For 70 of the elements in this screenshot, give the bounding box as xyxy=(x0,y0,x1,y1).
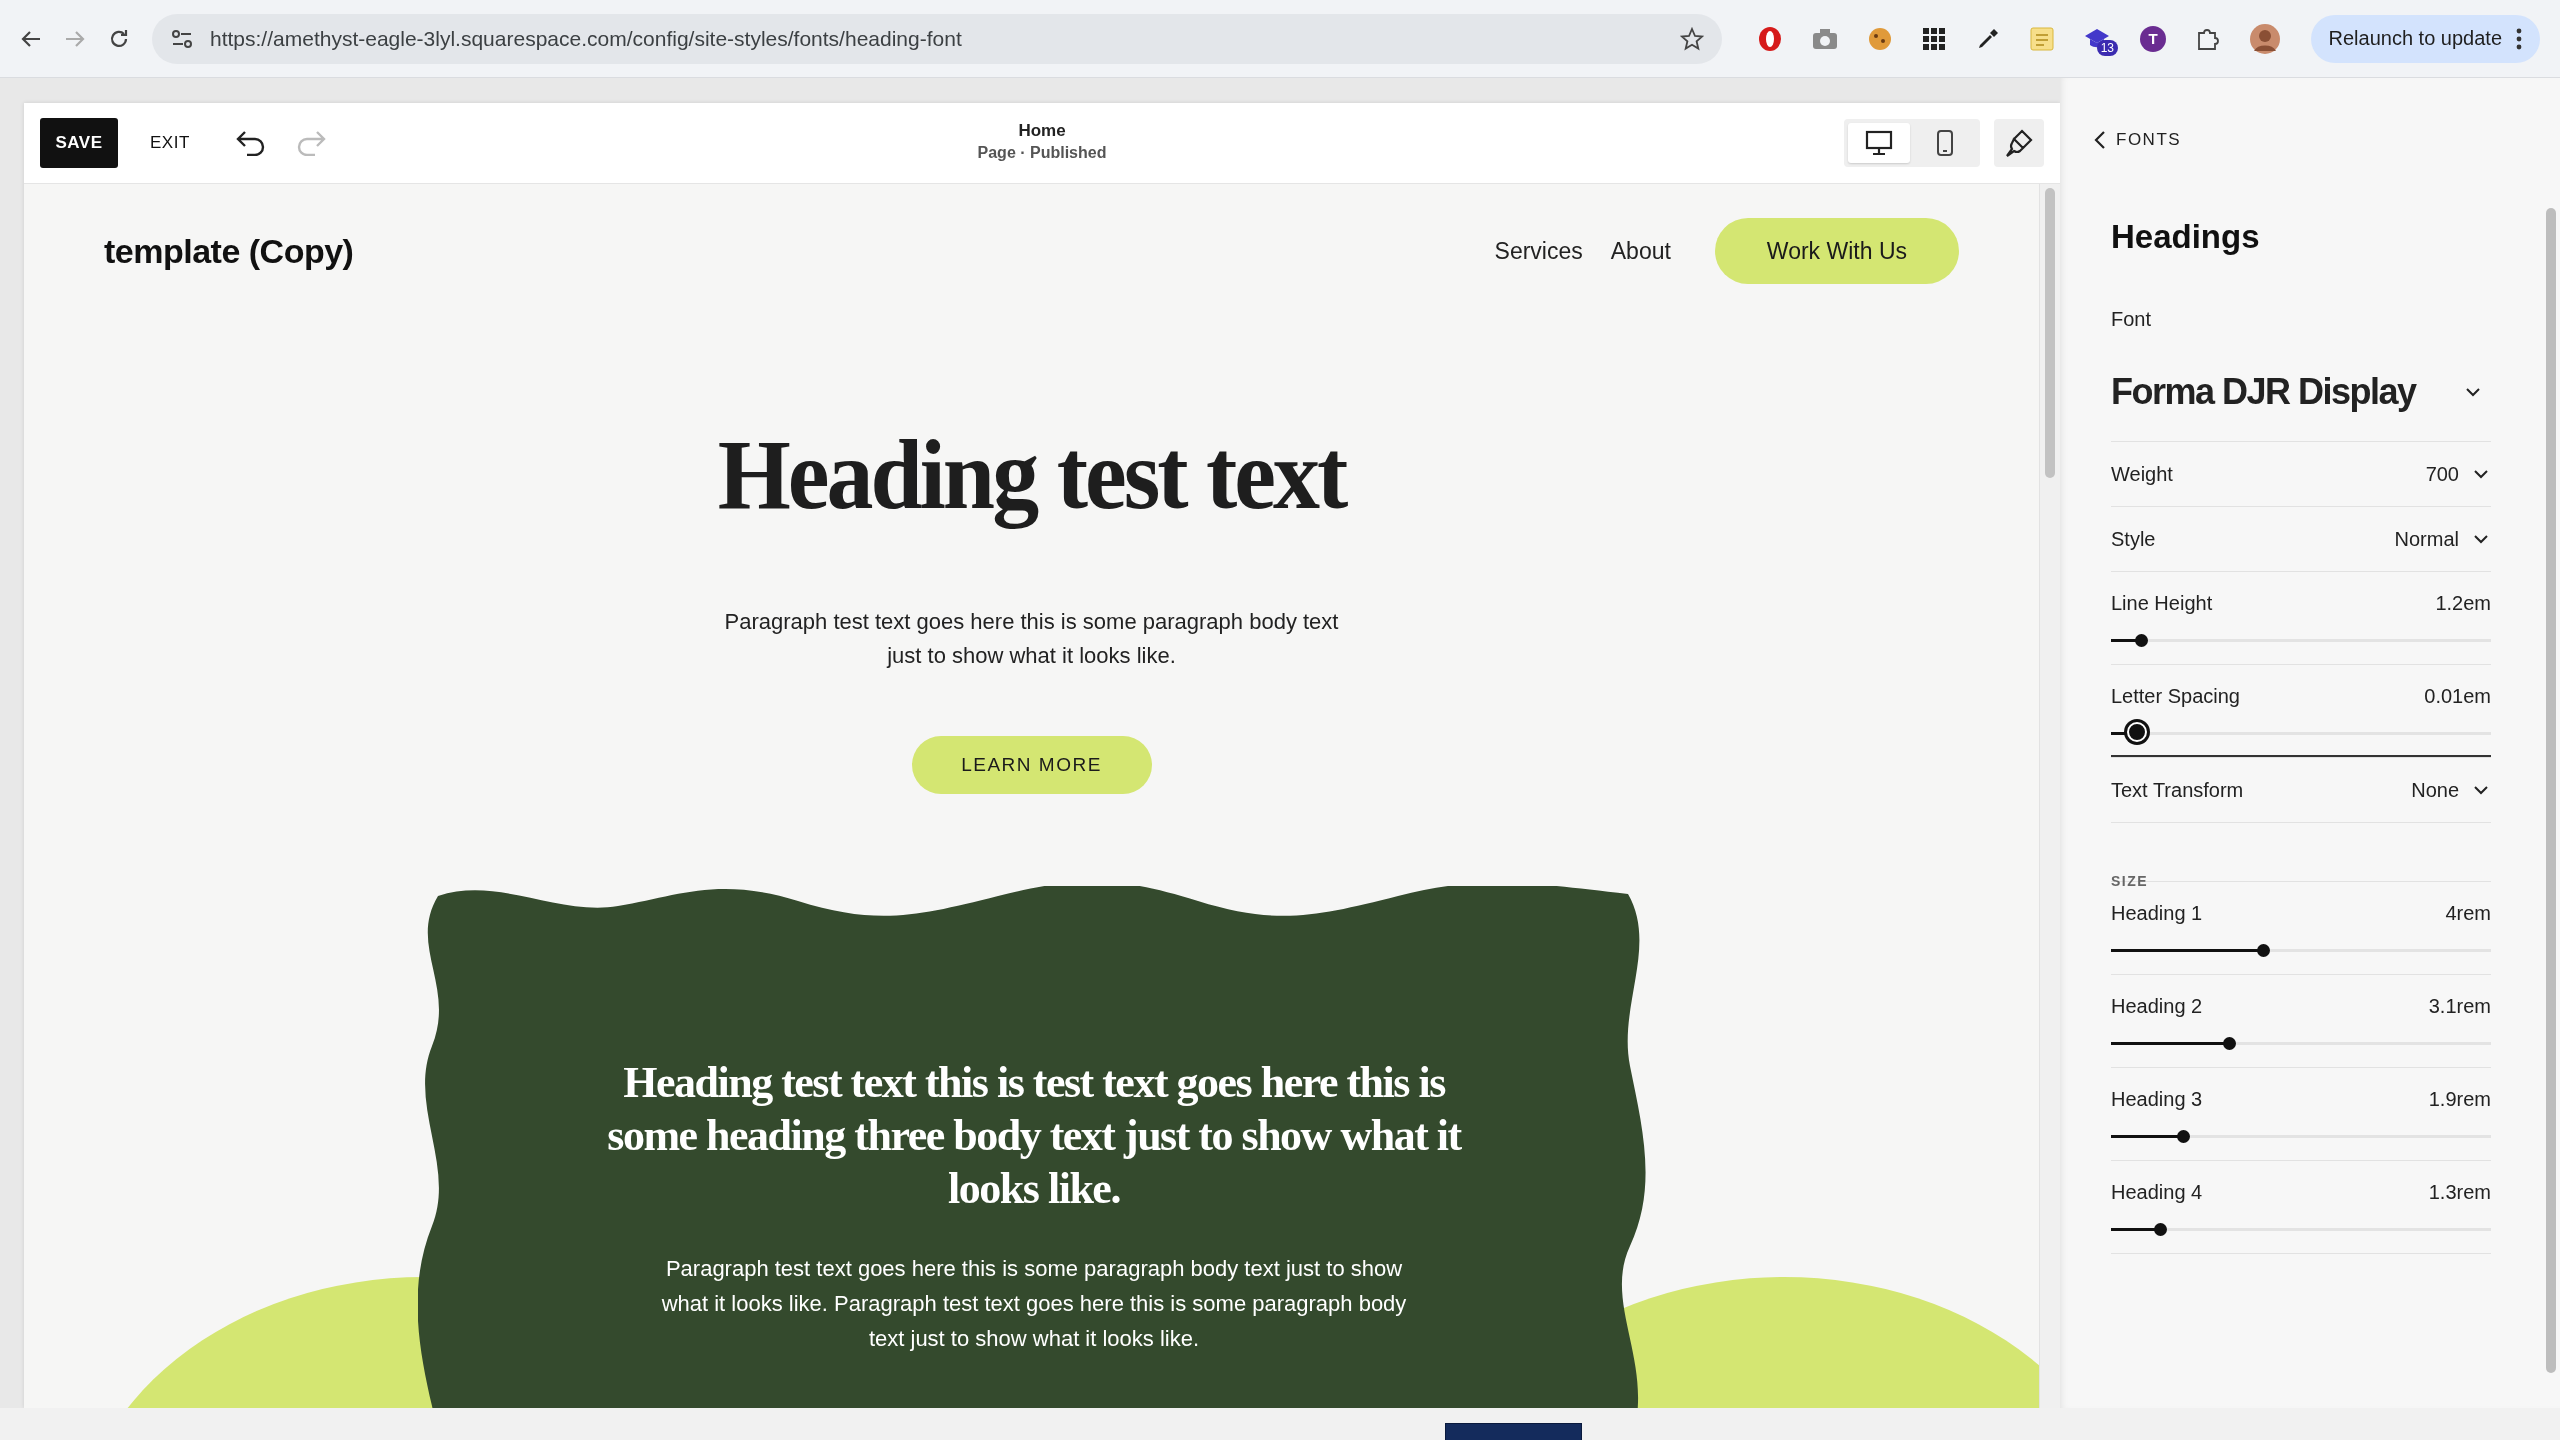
setting-label: Line Height xyxy=(2111,592,2214,615)
setting-dropdown[interactable]: Weight 700 xyxy=(2111,441,2491,506)
page-status: Page · Published xyxy=(977,144,1107,162)
setting-label: Heading 2 xyxy=(2111,995,2204,1018)
setting-value: 0.01em xyxy=(2424,685,2491,708)
scrollbar-thumb[interactable] xyxy=(2045,188,2055,478)
setting-dropdown[interactable]: Text Transform None xyxy=(2111,757,2491,822)
font-dropdown[interactable]: Forma DJR Display xyxy=(2111,371,2491,441)
hero-paragraph: Paragraph test text goes here this is some paragraph body text just to show what it looks like. xyxy=(723,608,1340,670)
slider-thumb[interactable] xyxy=(2222,1037,2236,1050)
scrollbar-thumb[interactable] xyxy=(2546,208,2556,1373)
save-button[interactable]: SAVE xyxy=(40,118,118,168)
setting-value: 3.1rem xyxy=(2428,995,2491,1018)
slider-thumb[interactable] xyxy=(2126,722,2147,742)
section-heading: Heading test text this is test text goes here this is some heading three body text just to show what it looks like. xyxy=(606,1057,1463,1215)
setting-value: 1.3rem xyxy=(2428,1181,2491,1204)
font-label: Font xyxy=(2111,308,2153,331)
slider-thumb[interactable] xyxy=(2257,944,2270,957)
setting-label: Heading 4 xyxy=(2111,1181,2204,1204)
address-bar[interactable]: https://amethyst-eagle-3lyl.squarespace.com/config/site-styles/fonts/heading-font xyxy=(152,13,1722,64)
setting-value: 4rem xyxy=(2445,902,2491,925)
setting-label: Style xyxy=(2111,527,2157,551)
site-logo[interactable]: template (Copy) xyxy=(104,231,354,271)
setting-label: Heading 1 xyxy=(2111,902,2204,925)
reload-icon[interactable] xyxy=(108,27,130,50)
undo-icon[interactable] xyxy=(235,130,266,156)
site-info-icon[interactable] xyxy=(170,27,194,50)
avatar-icon[interactable] xyxy=(2250,23,2280,54)
relaunch-button[interactable]: Relaunch to update xyxy=(2310,14,2540,63)
nav-link[interactable]: About xyxy=(1610,237,1671,265)
setting-dropdown[interactable]: Style Normal xyxy=(2111,506,2491,571)
setting-value: Normal xyxy=(2394,527,2459,551)
setting-value: 700 xyxy=(2425,462,2459,486)
slider-thumb[interactable] xyxy=(2135,634,2149,647)
grid-icon[interactable] xyxy=(1922,26,1946,51)
setting-value: 1.9rem xyxy=(2428,1088,2491,1111)
section-label: SIZE xyxy=(2111,873,2150,889)
site-styles-button[interactable] xyxy=(1994,119,2044,167)
cookie-icon[interactable] xyxy=(1868,26,1892,51)
slider-thumb[interactable] xyxy=(2177,1130,2191,1143)
star-icon[interactable] xyxy=(1680,26,1704,51)
url-text: https://amethyst-eagle-3lyl.squarespace.com/config/site-styles/fonts/heading-font xyxy=(210,26,963,51)
work-with-us-button[interactable]: Work With Us xyxy=(1714,218,1959,284)
notification-badge: 13 xyxy=(2096,39,2118,56)
section-paragraph: Paragraph test text goes here this is some paragraph body text just to show what it looks like. Paragraph test text goes here this is some paragraph body text just to show what it looks like. xyxy=(660,1255,1408,1353)
camera-icon[interactable] xyxy=(1812,27,1838,50)
puzzle-icon[interactable] xyxy=(2196,26,2220,51)
setting-label: Text Transform xyxy=(2111,778,2245,802)
panel-title: Headings xyxy=(2111,218,2261,256)
extension-icon[interactable] xyxy=(1758,25,1782,52)
hero-heading: Heading test text xyxy=(717,418,1346,531)
paintbrush-icon xyxy=(2004,128,2034,158)
phone-icon xyxy=(1936,129,1954,157)
nav-link[interactable]: Services xyxy=(1494,237,1583,265)
setting-value: None xyxy=(2411,778,2459,802)
setting-label: Weight xyxy=(2111,462,2174,486)
page-title: Home xyxy=(1018,121,1066,141)
learn-more-button[interactable]: LEARN MORE xyxy=(911,736,1152,794)
back-to-fonts-button[interactable]: FONTS xyxy=(2094,130,2182,150)
eyedropper-icon[interactable] xyxy=(1976,26,2000,51)
profile-letter-avatar[interactable]: T xyxy=(2140,25,2166,52)
desktop-icon xyxy=(1865,130,1893,156)
setting-label: Heading 3 xyxy=(2111,1088,2204,1111)
setting-value: 1.2em xyxy=(2435,592,2491,615)
exit-button[interactable]: EXIT xyxy=(140,125,200,161)
device-toggle[interactable] xyxy=(1848,123,1910,163)
chevron-left-icon xyxy=(2094,130,2106,150)
slider-thumb[interactable] xyxy=(2154,1223,2168,1236)
setting-label: Letter Spacing xyxy=(2111,685,2241,708)
more-icon[interactable] xyxy=(2516,27,2522,50)
